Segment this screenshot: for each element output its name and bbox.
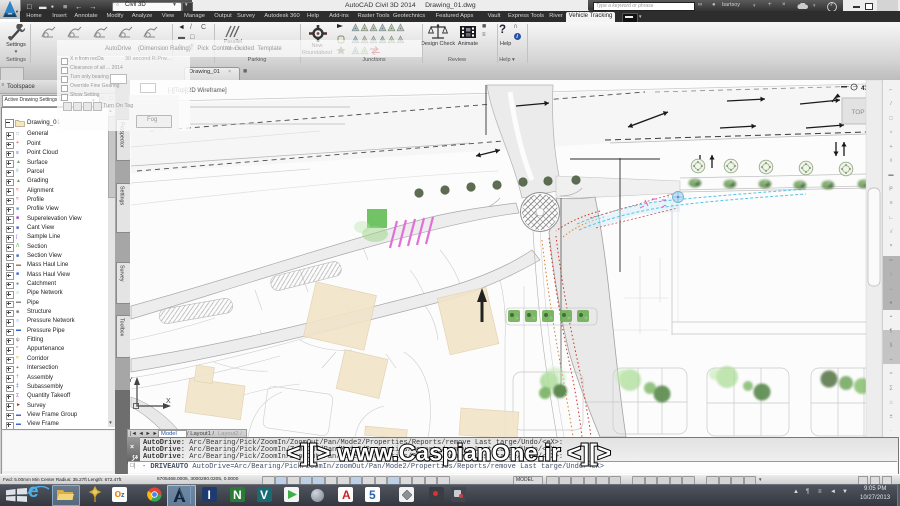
svg-text:∑: ∑	[889, 385, 893, 391]
svg-text:÷: ÷	[890, 357, 893, 363]
svg-text:¶: ¶	[890, 328, 893, 334]
svg-text:○: ○	[889, 130, 892, 136]
svg-text:∟: ∟	[888, 215, 893, 221]
svg-text:▪: ▪	[890, 314, 892, 320]
svg-text:◊: ◊	[890, 158, 893, 164]
svg-text:Y: Y	[130, 377, 133, 384]
svg-text:●: ●	[889, 300, 892, 306]
svg-text:P: P	[889, 186, 893, 192]
svg-text:·: ·	[890, 428, 892, 434]
svg-text:<][> www.CaspianOne.ir <][>: <][> www.CaspianOne.ir <][>	[287, 440, 611, 466]
svg-text:↕: ↕	[890, 272, 893, 278]
svg-text:×: ×	[889, 243, 892, 249]
svg-text:+: +	[889, 144, 892, 150]
svg-text:≡: ≡	[889, 201, 892, 207]
svg-text:↔: ↔	[888, 286, 893, 292]
svg-text:⌂: ⌂	[889, 399, 892, 405]
svg-text:TOP: TOP	[851, 109, 864, 116]
svg-text:∞: ∞	[889, 257, 893, 263]
svg-text:√: √	[890, 228, 893, 235]
svg-text:▬: ▬	[888, 172, 894, 178]
svg-text:≈: ≈	[890, 371, 893, 377]
svg-text:±: ±	[890, 414, 893, 420]
svg-text:⌐: ⌐	[889, 87, 892, 93]
svg-text:X: X	[166, 398, 171, 405]
svg-text:§: §	[890, 343, 893, 349]
